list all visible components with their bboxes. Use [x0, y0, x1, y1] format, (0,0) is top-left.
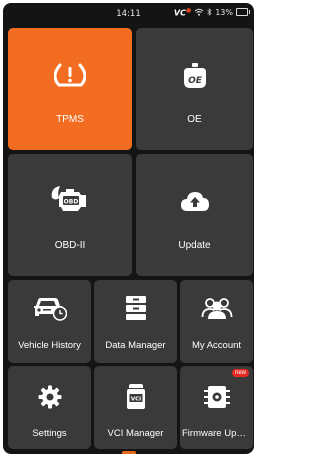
- data-manager-label: Data Manager: [105, 340, 166, 351]
- cloud-upload-icon: [136, 190, 253, 212]
- battery-percent: 13%: [215, 7, 233, 17]
- battery-icon: [236, 8, 250, 17]
- obd2-label: OBD-II: [54, 240, 86, 251]
- wifi-icon: [194, 9, 204, 16]
- my-account-label: My Account: [191, 340, 242, 351]
- vci-status-label: VC: [173, 8, 186, 18]
- settings-label: Settings: [32, 428, 67, 439]
- bluetooth-icon: [207, 8, 212, 17]
- settings-tile[interactable]: Settings: [8, 366, 91, 449]
- home-screen: 14:11 VC● 13% TPMS OE OE OBD OBD-II Upda…: [3, 3, 254, 454]
- my-account-tile[interactable]: My Account: [180, 280, 253, 363]
- new-badge: new: [231, 369, 249, 377]
- vci-icon-text: VCI: [130, 397, 140, 403]
- obd2-tile[interactable]: OBD OBD-II: [8, 154, 132, 276]
- vehicle-history-label: Vehicle History: [18, 340, 81, 351]
- tpms-tile[interactable]: TPMS: [8, 28, 132, 150]
- car-clock-icon: [8, 295, 91, 321]
- bottom-indicator: [122, 451, 136, 454]
- data-manager-tile[interactable]: Data Manager: [94, 280, 177, 363]
- status-icons: VC● 13%: [173, 7, 250, 18]
- firmware-update-label: Firmware Upd…: [182, 428, 252, 439]
- vci-device-icon: VCI: [94, 383, 177, 411]
- svg-text:OE: OE: [188, 76, 203, 86]
- chip-icon: [180, 384, 253, 410]
- tpms-warning-icon: [8, 62, 132, 88]
- oe-icon: OE: [136, 62, 253, 90]
- vci-manager-tile[interactable]: VCI VCI Manager: [94, 366, 177, 449]
- svg-text:OBD: OBD: [64, 199, 79, 206]
- update-tile[interactable]: Update: [136, 154, 253, 276]
- vehicle-history-tile[interactable]: Vehicle History: [8, 280, 91, 363]
- users-icon: [180, 296, 253, 320]
- update-label: Update: [178, 240, 211, 251]
- gear-icon: [8, 385, 91, 409]
- vci-status-icon: VC●: [173, 7, 192, 18]
- folder-cabinet-icon: [94, 295, 177, 321]
- status-bar: 14:11 VC● 13%: [3, 3, 254, 25]
- tpms-label: TPMS: [56, 114, 84, 125]
- firmware-update-tile[interactable]: new Firmware Upd…: [180, 366, 253, 449]
- vci-manager-label: VCI Manager: [107, 428, 164, 439]
- oe-tile[interactable]: OE OE: [136, 28, 253, 150]
- oe-label: OE: [187, 114, 202, 125]
- engine-obd-icon: OBD: [8, 184, 132, 214]
